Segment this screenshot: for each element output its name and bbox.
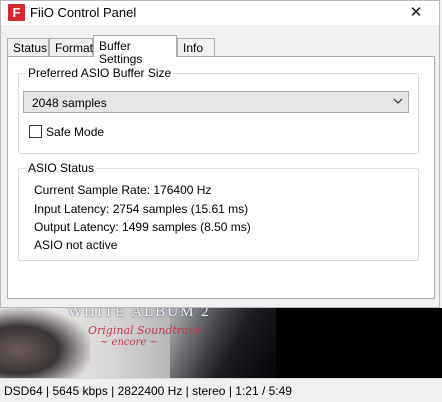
safe-mode-label[interactable]: Safe Mode [46,125,104,139]
asio-status-group-label: ASIO Status [26,161,97,175]
close-icon: ✕ [409,4,423,21]
player-status-bar: DSD64 | 5645 kbps | 2822400 Hz | stereo … [0,378,442,402]
output-latency: Output Latency: 1499 samples (8.50 ms) [34,220,251,234]
playback-status-text: DSD64 | 5645 kbps | 2822400 Hz | stereo … [4,384,292,398]
tab-info[interactable]: Info [177,38,215,56]
window-title: FiiO Control Panel [30,5,137,20]
safe-mode-checkbox[interactable] [29,125,42,138]
title-bar[interactable]: F FiiO Control Panel ✕ [1,1,439,25]
tab-buffer-settings[interactable]: Buffer Settings [93,35,177,66]
fiio-control-panel-window: F FiiO Control Panel ✕ Status Format Buf… [0,0,440,308]
asio-active-state: ASIO not active [34,238,118,252]
current-sample-rate: Current Sample Rate: 176400 Hz [34,183,212,197]
buffer-size-select[interactable]: 2048 samples [23,91,409,113]
album-subtitle: Original Soundtrack [88,324,202,337]
tab-status[interactable]: Status [7,38,49,56]
buffer-size-group-label: Preferred ASIO Buffer Size [26,66,174,80]
album-subtitle-encore: ~ encore ~ [100,337,158,348]
chevron-down-icon [393,98,403,104]
fiio-app-icon: F [8,4,25,21]
tab-format[interactable]: Format [49,38,93,56]
buffer-size-group: Preferred ASIO Buffer Size [18,66,419,154]
input-latency: Input Latency: 2754 samples (15.61 ms) [34,202,249,216]
album-art-background [276,308,442,378]
close-button[interactable]: ✕ [393,1,439,25]
album-art: WHITE ALBUM 2 Original Soundtrack ~ enco… [0,308,276,378]
buffer-size-value: 2048 samples [32,96,107,110]
album-title: WHITE ALBUM 2 [68,308,211,320]
